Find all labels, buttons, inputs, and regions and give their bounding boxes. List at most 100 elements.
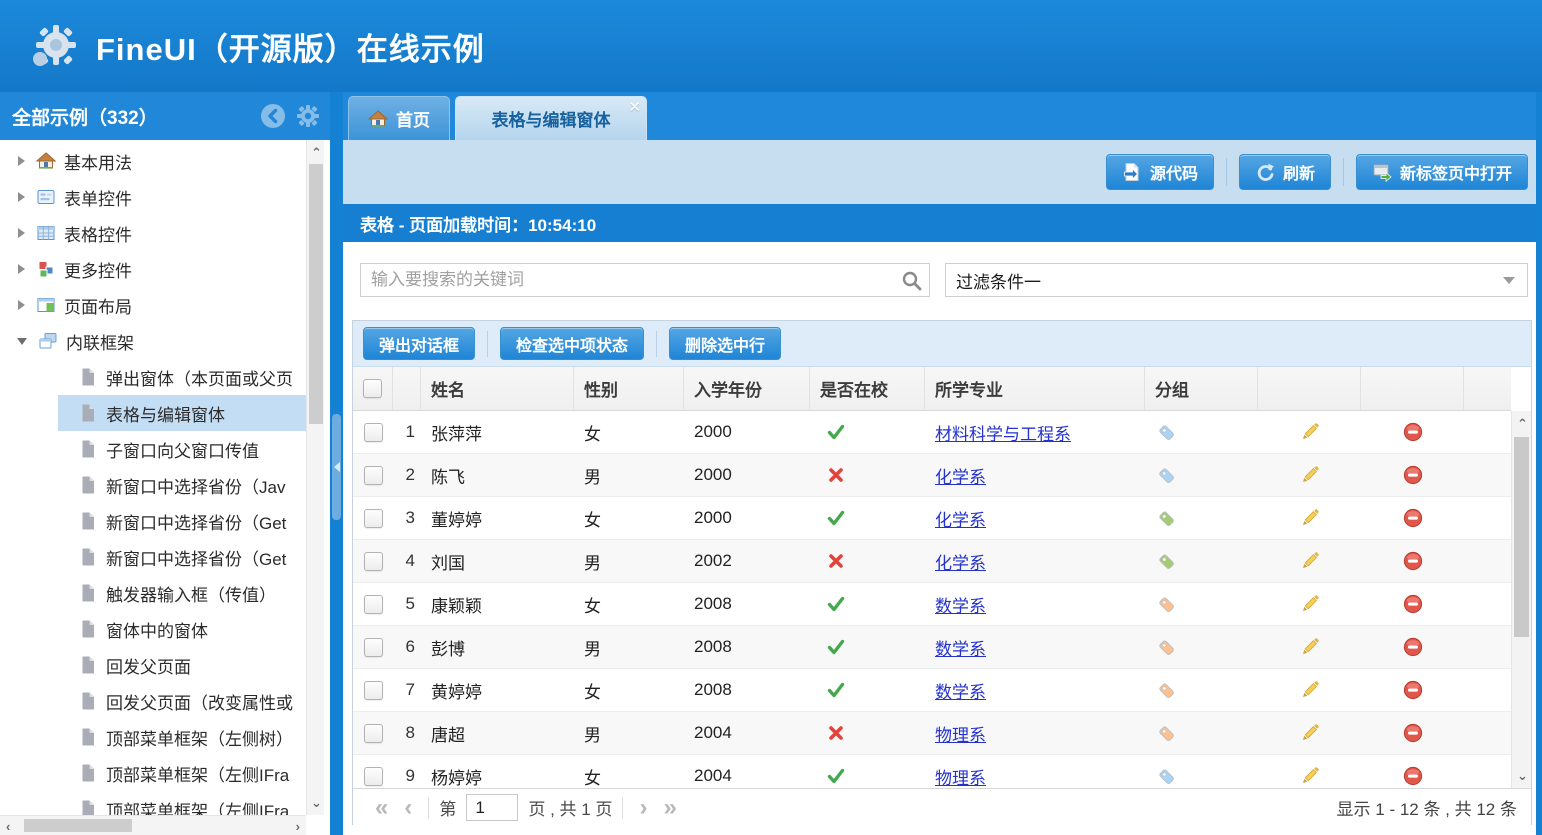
edit-pencil-icon[interactable] (1300, 465, 1320, 485)
major-link[interactable]: 化学系 (935, 549, 986, 574)
sidebar-item[interactable]: 顶部菜单框架（左侧树） (0, 719, 306, 755)
scrollbar-thumb[interactable] (24, 819, 132, 832)
scroll-down-icon[interactable]: ⌄ (1517, 769, 1528, 782)
expand-arrow-icon[interactable] (18, 228, 25, 238)
expand-arrow-icon[interactable] (18, 300, 25, 310)
scroll-right-icon[interactable]: › (296, 820, 300, 833)
edit-pencil-icon[interactable] (1300, 637, 1320, 657)
sidebar-item[interactable]: 页面布局 (0, 287, 306, 323)
search-input[interactable] (361, 264, 929, 296)
edit-pencil-icon[interactable] (1300, 680, 1320, 700)
major-link[interactable]: 物理系 (935, 721, 986, 746)
sidebar-item[interactable]: 子窗口向父窗口传值 (0, 431, 306, 467)
grid-action-button[interactable]: 删除选中行 (669, 327, 781, 360)
major-link[interactable]: 物理系 (935, 764, 986, 789)
row-checkbox[interactable] (364, 638, 383, 657)
page-number-input[interactable] (466, 794, 518, 821)
delete-icon[interactable] (1403, 723, 1423, 743)
sidebar-item[interactable]: 内联框架 (0, 323, 306, 359)
collapse-arrow-icon[interactable] (17, 338, 27, 345)
row-checkbox[interactable] (364, 681, 383, 700)
delete-icon[interactable] (1403, 594, 1423, 614)
sidebar-horizontal-scrollbar[interactable]: ‹ › (0, 815, 306, 835)
delete-icon[interactable] (1403, 637, 1423, 657)
last-page-icon[interactable]: » (663, 796, 676, 820)
major-link[interactable]: 化学系 (935, 463, 986, 488)
delete-icon[interactable] (1403, 422, 1423, 442)
refresh-button[interactable]: 刷新 (1239, 154, 1331, 190)
sidebar-item[interactable]: 顶部菜单框架（左侧IFra (0, 755, 306, 791)
scroll-up-icon[interactable]: ⌃ (1517, 417, 1528, 430)
major-link[interactable]: 化学系 (935, 506, 986, 531)
row-checkbox[interactable] (364, 466, 383, 485)
edit-pencil-icon[interactable] (1300, 422, 1320, 442)
table-row: 8唐超男2004物理系 (353, 712, 1511, 755)
sidebar-item[interactable]: 顶部菜单框架（左侧IFra (0, 791, 306, 815)
row-checkbox[interactable] (364, 552, 383, 571)
expand-arrow-icon[interactable] (18, 156, 25, 166)
edit-pencil-icon[interactable] (1300, 723, 1320, 743)
next-page-icon[interactable]: › (639, 796, 647, 820)
table-row: 2陈飞男2000化学系 (353, 454, 1511, 497)
edit-pencil-icon[interactable] (1300, 551, 1320, 571)
sidebar-item[interactable]: 表单控件 (0, 179, 306, 215)
expand-arrow-icon[interactable] (18, 264, 25, 274)
search-box (360, 263, 930, 297)
grid-action-button[interactable]: 检查选中项状态 (500, 327, 644, 360)
prev-page-icon[interactable]: ‹ (404, 796, 412, 820)
sidebar-settings-gear-icon[interactable] (295, 103, 321, 129)
sidebar-item[interactable]: 新窗口中选择省份（Get (0, 539, 306, 575)
grid-vertical-scrollbar[interactable]: ⌃ ⌄ (1511, 411, 1531, 788)
grid-action-button[interactable]: 弹出对话框 (363, 327, 475, 360)
splitter-handle[interactable] (332, 414, 341, 520)
search-icon[interactable] (901, 270, 922, 291)
scrollbar-thumb[interactable] (1514, 437, 1529, 637)
major-link[interactable]: 数学系 (935, 592, 986, 617)
sidebar-vertical-scrollbar[interactable]: ⌃ ⌄ (306, 140, 324, 815)
delete-icon[interactable] (1403, 508, 1423, 528)
sidebar-item[interactable]: 新窗口中选择省份（Jav (0, 467, 306, 503)
tab-grid-edit-window[interactable]: 表格与编辑窗体 ✕ (455, 96, 647, 140)
first-page-icon[interactable]: « (375, 796, 388, 820)
sidebar-item[interactable]: 表格控件 (0, 215, 306, 251)
sidebar-item[interactable]: 回发父页面（改变属性或 (0, 683, 306, 719)
expand-arrow-icon[interactable] (18, 192, 25, 202)
row-checkbox[interactable] (364, 509, 383, 528)
sidebar-item[interactable]: 回发父页面 (0, 647, 306, 683)
edit-pencil-icon[interactable] (1300, 508, 1320, 528)
sidebar-item[interactable]: 窗体中的窗体 (0, 611, 306, 647)
filter-dropdown-value: 过滤条件一 (956, 268, 1503, 293)
tab-close-icon[interactable]: ✕ (628, 98, 641, 116)
scroll-up-icon[interactable]: ⌃ (311, 146, 322, 159)
select-all-checkbox[interactable] (363, 379, 382, 398)
row-checkbox[interactable] (364, 595, 383, 614)
sidebar-item[interactable]: 表格与编辑窗体 (0, 395, 306, 431)
sidebar-item[interactable]: 触发器输入框（传值） (0, 575, 306, 611)
source-code-button[interactable]: 源代码 (1106, 154, 1214, 190)
open-new-tab-button[interactable]: 新标签页中打开 (1356, 154, 1528, 190)
row-checkbox[interactable] (364, 724, 383, 743)
sidebar-splitter[interactable] (330, 92, 343, 835)
filter-dropdown[interactable]: 过滤条件一 (945, 263, 1528, 297)
sidebar-item[interactable]: 更多控件 (0, 251, 306, 287)
delete-icon[interactable] (1403, 680, 1423, 700)
sidebar-item[interactable]: 基本用法 (0, 143, 306, 179)
scroll-left-icon[interactable]: ‹ (6, 820, 10, 833)
row-checkbox[interactable] (364, 423, 383, 442)
scroll-down-icon[interactable]: ⌄ (311, 796, 322, 809)
delete-icon[interactable] (1403, 551, 1423, 571)
sidebar-item[interactable]: 新窗口中选择省份（Get (0, 503, 306, 539)
major-link[interactable]: 材料科学与工程系 (935, 420, 1071, 445)
cubes-icon (36, 259, 56, 279)
major-link[interactable]: 数学系 (935, 678, 986, 703)
edit-pencil-icon[interactable] (1300, 766, 1320, 786)
scrollbar-thumb[interactable] (309, 164, 323, 424)
major-link[interactable]: 数学系 (935, 635, 986, 660)
edit-pencil-icon[interactable] (1300, 594, 1320, 614)
tab-home[interactable]: 首页 (348, 96, 450, 140)
sidebar-collapse-icon[interactable] (260, 103, 286, 129)
sidebar-item[interactable]: 弹出窗体（本页面或父页 (0, 359, 306, 395)
delete-icon[interactable] (1403, 766, 1423, 786)
delete-icon[interactable] (1403, 465, 1423, 485)
row-checkbox[interactable] (364, 767, 383, 786)
